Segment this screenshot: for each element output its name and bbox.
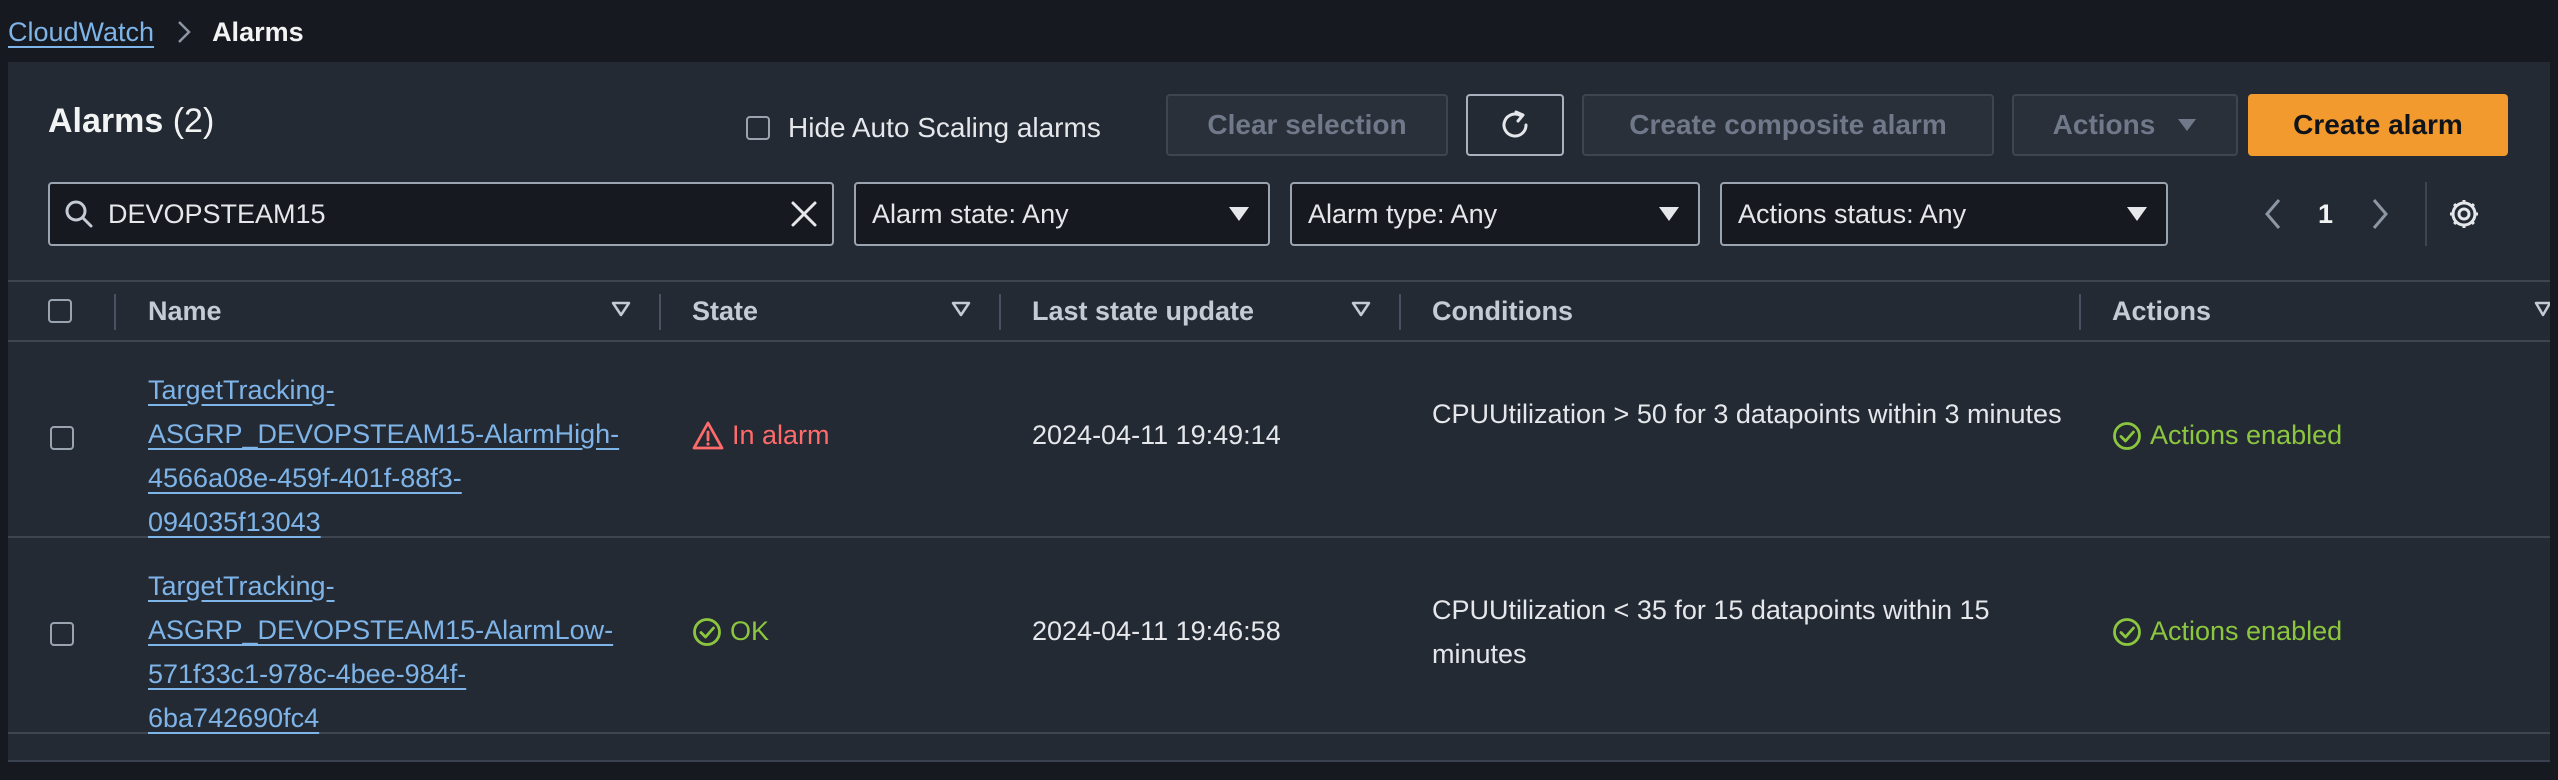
create-composite-alarm-button[interactable]: Create composite alarm: [1582, 94, 1994, 156]
column-divider: [999, 294, 1001, 330]
caret-down-icon: [2177, 118, 2197, 132]
alarm-name-line: ASGRP_DEVOPSTEAM15-AlarmHigh-: [148, 419, 620, 449]
breadcrumb: CloudWatch Alarms: [8, 14, 304, 50]
alarm-name-line: 4566a08e-459f-401f-88f3-: [148, 463, 462, 493]
filter-bar: DEVOPSTEAM15 Alarm state: Any Alarm type…: [8, 182, 2550, 262]
page-title: Alarms (2): [48, 102, 214, 141]
create-composite-label: Create composite alarm: [1629, 109, 1947, 140]
hide-autoscaling-checkbox[interactable]: [746, 116, 770, 140]
sort-icon[interactable]: [2534, 301, 2550, 317]
breadcrumb-current: Alarms: [212, 16, 304, 47]
sort-icon[interactable]: [951, 301, 971, 317]
alarms-table: Name State Last state update Conditions …: [8, 280, 2550, 734]
refresh-icon: [1497, 107, 1533, 143]
conditions-cell: CPUUtilization > 50 for 3 datapoints wit…: [1432, 399, 2062, 429]
table-row[interactable]: TargetTracking- ASGRP_DEVOPSTEAM15-Alarm…: [8, 538, 2550, 734]
select-all-checkbox[interactable]: [48, 299, 72, 323]
alarm-state-value: Alarm state: Any: [872, 198, 1069, 229]
pagination: 1: [2264, 182, 2481, 246]
alarm-name-line: 571f33c1-978c-4bee-984f-: [148, 659, 467, 689]
column-divider: [114, 294, 116, 330]
cloudwatch-alarms-page: CloudWatch Alarms Alarms (2) Hide Auto S…: [0, 0, 2558, 780]
column-header-name[interactable]: Name: [148, 282, 222, 340]
alarm-name-line: TargetTracking-: [148, 375, 335, 405]
conditions-cell: CPUUtilization < 35 for 15 datapoints wi…: [1432, 595, 1990, 669]
column-header-state[interactable]: State: [692, 282, 758, 340]
panel-header: Alarms (2) Hide Auto Scaling alarms Clea…: [8, 62, 2550, 188]
clear-selection-label: Clear selection: [1207, 109, 1407, 140]
alarms-panel: Alarms (2) Hide Auto Scaling alarms Clea…: [8, 62, 2550, 762]
caret-down-icon: [2126, 206, 2148, 222]
hide-autoscaling-toggle[interactable]: Hide Auto Scaling alarms: [746, 112, 1101, 144]
sort-icon[interactable]: [1351, 301, 1371, 317]
clear-selection-button[interactable]: Clear selection: [1166, 94, 1448, 156]
alarm-count: (2): [172, 102, 215, 140]
current-page[interactable]: 1: [2318, 199, 2333, 230]
actions-cell: Actions enabled: [2112, 420, 2342, 451]
last-update-cell: 2024-04-11 19:49:14: [1032, 420, 1281, 450]
column-divider: [1399, 294, 1401, 330]
last-update-cell: 2024-04-11 19:46:58: [1032, 616, 1281, 646]
actions-status-label: Actions enabled: [2150, 420, 2343, 450]
actions-status-select[interactable]: Actions status: Any: [1720, 182, 2168, 246]
alarm-type-select[interactable]: Alarm type: Any: [1290, 182, 1700, 246]
refresh-button[interactable]: [1466, 94, 1564, 156]
chevron-right-icon: [176, 19, 192, 45]
search-input[interactable]: DEVOPSTEAM15: [48, 182, 834, 246]
column-divider: [2079, 294, 2081, 330]
hide-autoscaling-label: Hide Auto Scaling alarms: [788, 112, 1101, 143]
state-cell: In alarm: [692, 420, 830, 451]
actions-cell: Actions enabled: [2112, 616, 2342, 647]
alarm-state-select[interactable]: Alarm state: Any: [854, 182, 1270, 246]
alarm-name-line: TargetTracking-: [148, 571, 335, 601]
chevron-left-icon[interactable]: [2264, 198, 2282, 230]
column-header-last-update[interactable]: Last state update: [1032, 282, 1254, 340]
actions-status-label: Actions enabled: [2150, 616, 2343, 646]
table-header: Name State Last state update Conditions …: [8, 280, 2550, 342]
alarm-type-value: Alarm type: Any: [1308, 198, 1498, 229]
sort-icon[interactable]: [611, 301, 631, 317]
state-label: In alarm: [732, 420, 830, 450]
state-label: OK: [730, 616, 770, 646]
alarm-name-link[interactable]: TargetTracking- ASGRP_DEVOPSTEAM15-Alarm…: [148, 368, 668, 544]
pager-divider: [2425, 182, 2428, 246]
breadcrumb-cloudwatch-link[interactable]: CloudWatch: [8, 17, 154, 48]
column-header-actions[interactable]: Actions: [2112, 282, 2211, 340]
search-icon: [64, 199, 94, 229]
create-alarm-button[interactable]: Create alarm: [2248, 94, 2508, 156]
actions-status-value: Actions status: Any: [1738, 198, 1967, 229]
caret-down-icon: [1228, 206, 1250, 222]
column-header-conditions: Conditions: [1432, 295, 1573, 326]
state-cell: OK: [692, 616, 769, 647]
title-text: Alarms: [48, 102, 164, 140]
row-checkbox[interactable]: [50, 426, 74, 450]
check-circle-icon: [692, 617, 722, 647]
close-icon[interactable]: [790, 200, 818, 228]
caret-down-icon: [1658, 206, 1680, 222]
check-circle-icon: [2112, 421, 2142, 451]
check-circle-icon: [2112, 617, 2142, 647]
actions-dropdown-button[interactable]: Actions: [2012, 94, 2238, 156]
create-alarm-label: Create alarm: [2293, 109, 2463, 140]
alarm-name-line: 6ba742690fc4: [148, 703, 320, 733]
warning-icon: [692, 421, 724, 451]
chevron-right-icon[interactable]: [2371, 198, 2389, 230]
alarm-name-line: ASGRP_DEVOPSTEAM15-AlarmLow-: [148, 615, 614, 645]
search-value[interactable]: DEVOPSTEAM15: [108, 199, 790, 230]
alarm-name-link[interactable]: TargetTracking- ASGRP_DEVOPSTEAM15-Alarm…: [148, 564, 668, 740]
gear-icon[interactable]: [2447, 197, 2481, 231]
row-checkbox[interactable]: [50, 622, 74, 646]
actions-dropdown-label: Actions: [2052, 109, 2156, 140]
column-divider: [659, 294, 661, 330]
table-row[interactable]: TargetTracking- ASGRP_DEVOPSTEAM15-Alarm…: [8, 342, 2550, 538]
